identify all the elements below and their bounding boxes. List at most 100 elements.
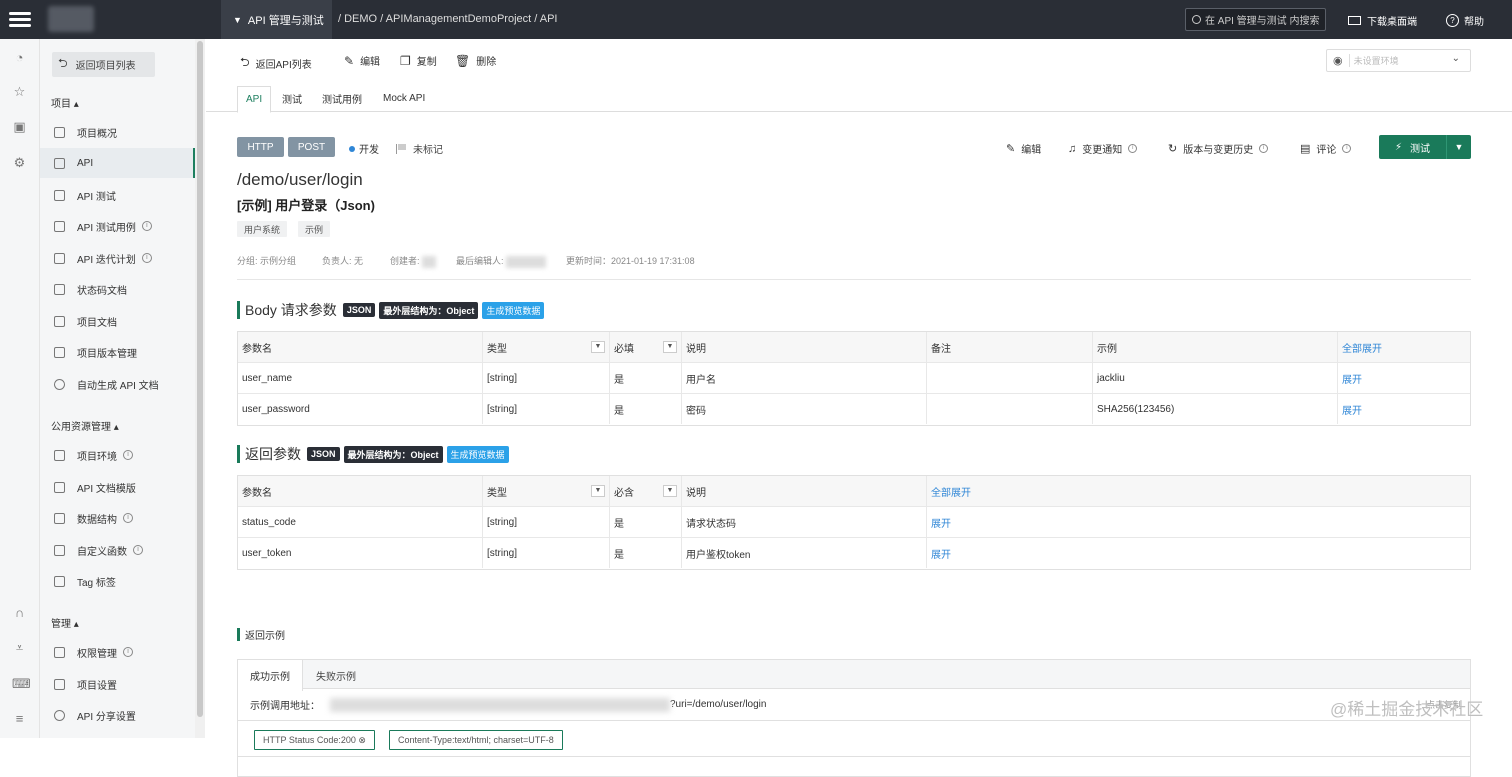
info-icon[interactable]: i <box>1128 144 1138 153</box>
expand-link[interactable]: 展开 <box>1338 363 1462 393</box>
flag-indicator[interactable]: 未标记 <box>396 141 443 156</box>
generate-preview-button[interactable]: 生成预览数据 <box>482 301 545 319</box>
mail-icon[interactable]: ▣ <box>12 119 27 134</box>
sidebar-item-project-settings[interactable]: 项目设置 <box>40 669 195 699</box>
sidebar-item-versions[interactable]: 项目版本管理 <box>40 337 195 367</box>
api-tag[interactable]: 示例 <box>298 221 331 237</box>
section-manage[interactable]: 管理 ▴ <box>51 615 79 630</box>
info-icon[interactable]: i <box>123 450 133 460</box>
tab-mock-api[interactable]: Mock API <box>375 85 433 112</box>
bell-icon[interactable]: ◔ <box>12 50 27 65</box>
expand-link[interactable]: 展开 <box>927 507 1462 537</box>
sidebar-item-test-cases[interactable]: API 测试用例 i <box>40 211 195 241</box>
filter-dropdown-icon[interactable]: ▼ <box>663 485 677 497</box>
expand-label[interactable]: 展开 <box>1342 371 1362 386</box>
sidebar-item-status-codes[interactable]: 状态码文档 <box>40 274 195 304</box>
header-type-label: 类型 <box>487 343 507 355</box>
collapse-icon[interactable]: ⩡ <box>12 640 27 655</box>
doc-icon <box>54 283 65 295</box>
edit-button[interactable]: ✎ 编辑 <box>344 53 380 69</box>
download-desktop-button[interactable]: 下载桌面端 <box>1348 13 1417 28</box>
expand-label[interactable]: 展开 <box>1342 402 1362 417</box>
sidebar-item-environments[interactable]: 项目环境 i <box>40 440 195 470</box>
info-icon[interactable]: i <box>1342 144 1352 153</box>
settings-icon[interactable]: ⚙ <box>12 155 27 170</box>
test-dropdown-caret-icon[interactable]: ▼ <box>1447 142 1471 152</box>
expand-label[interactable]: 展开 <box>931 546 951 561</box>
star-icon[interactable]: ☆ <box>12 84 27 99</box>
outer-structure-badge[interactable]: 最外层结构为：Object <box>379 301 479 319</box>
header-required: 必含 ▼ <box>610 476 682 506</box>
expand-link[interactable]: 展开 <box>927 538 1462 568</box>
header-name: 参数名 <box>238 332 483 362</box>
edit-action[interactable]: ✎ 编辑 <box>1006 141 1041 156</box>
history-action[interactable]: ↻ 版本与变更历史 i <box>1168 141 1269 156</box>
outer-structure-badge[interactable]: 最外层结构为：Object <box>343 445 443 463</box>
info-icon[interactable]: i <box>141 221 152 231</box>
info-icon[interactable]: i <box>141 253 152 263</box>
header-required: 必填 ▼ <box>610 332 682 362</box>
back-to-projects-button[interactable]: ⮌ 返回项目列表 <box>52 52 155 77</box>
info-icon[interactable]: i <box>1259 144 1269 153</box>
expand-label[interactable]: 展开 <box>931 515 951 530</box>
sidebar-item-permissions[interactable]: 权限管理 i <box>40 637 195 667</box>
sidebar-item-overview[interactable]: 项目概况 <box>40 117 195 147</box>
delete-button[interactable]: 🗑 删除 <box>455 53 496 69</box>
info-icon[interactable]: i <box>123 647 133 657</box>
breadcrumb[interactable]: / DEMO / APIManagementDemoProject / API <box>338 13 557 25</box>
headset-icon[interactable]: ∩ <box>12 605 27 620</box>
sidebar-item-label: 项目设置 <box>77 680 117 692</box>
sidebar-item-data-structures[interactable]: 数据结构 i <box>40 503 195 533</box>
expand-link[interactable]: 展开 <box>1338 394 1462 424</box>
sidebar-item-doc-templates[interactable]: API 文档模版 <box>40 472 195 502</box>
sidebar-item-project-docs[interactable]: 项目文档 <box>40 306 195 336</box>
sidebar-item-custom-functions[interactable]: 自定义函数 i <box>40 535 195 565</box>
api-name: [示例] 用户登录（Json) <box>237 198 375 213</box>
tab-success-example[interactable]: 成功示例 <box>238 660 303 691</box>
sidebar-item-api-test[interactable]: API 测试 <box>40 180 195 210</box>
back-to-api-list-button[interactable]: ⮌ 返回API列表 <box>240 53 312 74</box>
tab-test[interactable]: 测试 <box>274 85 310 112</box>
search-input[interactable]: 在 API 管理与测试 内搜索 <box>1185 8 1326 31</box>
expand-all-link[interactable]: 全部展开 <box>927 476 1462 506</box>
tab-fail-example[interactable]: 失败示例 <box>304 660 368 690</box>
filter-dropdown-icon[interactable]: ▼ <box>591 485 605 497</box>
app-logo-icon[interactable] <box>0 0 40 39</box>
status-indicator[interactable]: 开发 <box>349 141 379 156</box>
expand-all-label[interactable]: 全部展开 <box>931 484 971 499</box>
test-button[interactable]: ⚡ 测试 ▼ <box>1379 135 1471 159</box>
environment-select[interactable]: ◉ 未设置环境 ⌄ <box>1326 49 1471 72</box>
sidebar-item-label: Tag 标签 <box>77 577 116 589</box>
module-dropdown[interactable]: ▼ API 管理与测试 <box>221 0 332 39</box>
test-main-button[interactable]: ⚡ 测试 <box>1379 135 1447 159</box>
tab-api[interactable]: API <box>237 86 272 113</box>
scrollbar-thumb[interactable] <box>197 41 203 717</box>
section-public-resources[interactable]: 公用资源管理 ▴ <box>51 418 119 433</box>
filter-dropdown-icon[interactable]: ▼ <box>591 341 605 353</box>
tab-test-cases[interactable]: 测试用例 <box>314 85 370 112</box>
keyboard-icon[interactable]: ⌨ <box>12 676 31 691</box>
doc-icon <box>54 315 65 327</box>
section-project[interactable]: 项目 ▴ <box>51 95 79 110</box>
generate-preview-button[interactable]: 生成预览数据 <box>446 445 509 463</box>
info-icon[interactable]: i <box>123 513 133 523</box>
comment-action[interactable]: ▤ 评论 i <box>1300 141 1352 156</box>
sidebar-item-label: 自定义函数 <box>77 546 127 558</box>
param-required: 是 <box>610 394 682 424</box>
sidebar-item-auto-docs[interactable]: 自动生成 API 文档 <box>40 369 195 399</box>
expand-all-link[interactable]: 全部展开 <box>1338 332 1462 362</box>
sidebar-scrollbar[interactable] <box>195 39 205 738</box>
sidebar-item-api[interactable]: API <box>40 148 195 178</box>
sidebar-item-iteration-plan[interactable]: API 迭代计划 i <box>40 243 195 273</box>
sidebar-item-tags[interactable]: Tag 标签 <box>40 566 195 596</box>
filter-dropdown-icon[interactable]: ▼ <box>663 341 677 353</box>
menu-icon[interactable]: ≡ <box>12 711 27 726</box>
info-icon[interactable]: i <box>133 545 143 555</box>
change-notify-action[interactable]: ♫ 变更通知 i <box>1068 141 1138 156</box>
sidebar-item-share-settings[interactable]: API 分享设置 <box>40 700 195 730</box>
expand-all-label[interactable]: 全部展开 <box>1342 340 1382 355</box>
copy-button[interactable]: ❐ 复制 <box>400 53 437 69</box>
return-params-table: 参数名 类型 ▼ 必含 ▼ 说明 全部展开 status_code [string]… <box>237 475 1471 570</box>
api-tag[interactable]: 用户系统 <box>237 221 288 237</box>
help-button[interactable]: ? 帮助 <box>1446 13 1484 28</box>
